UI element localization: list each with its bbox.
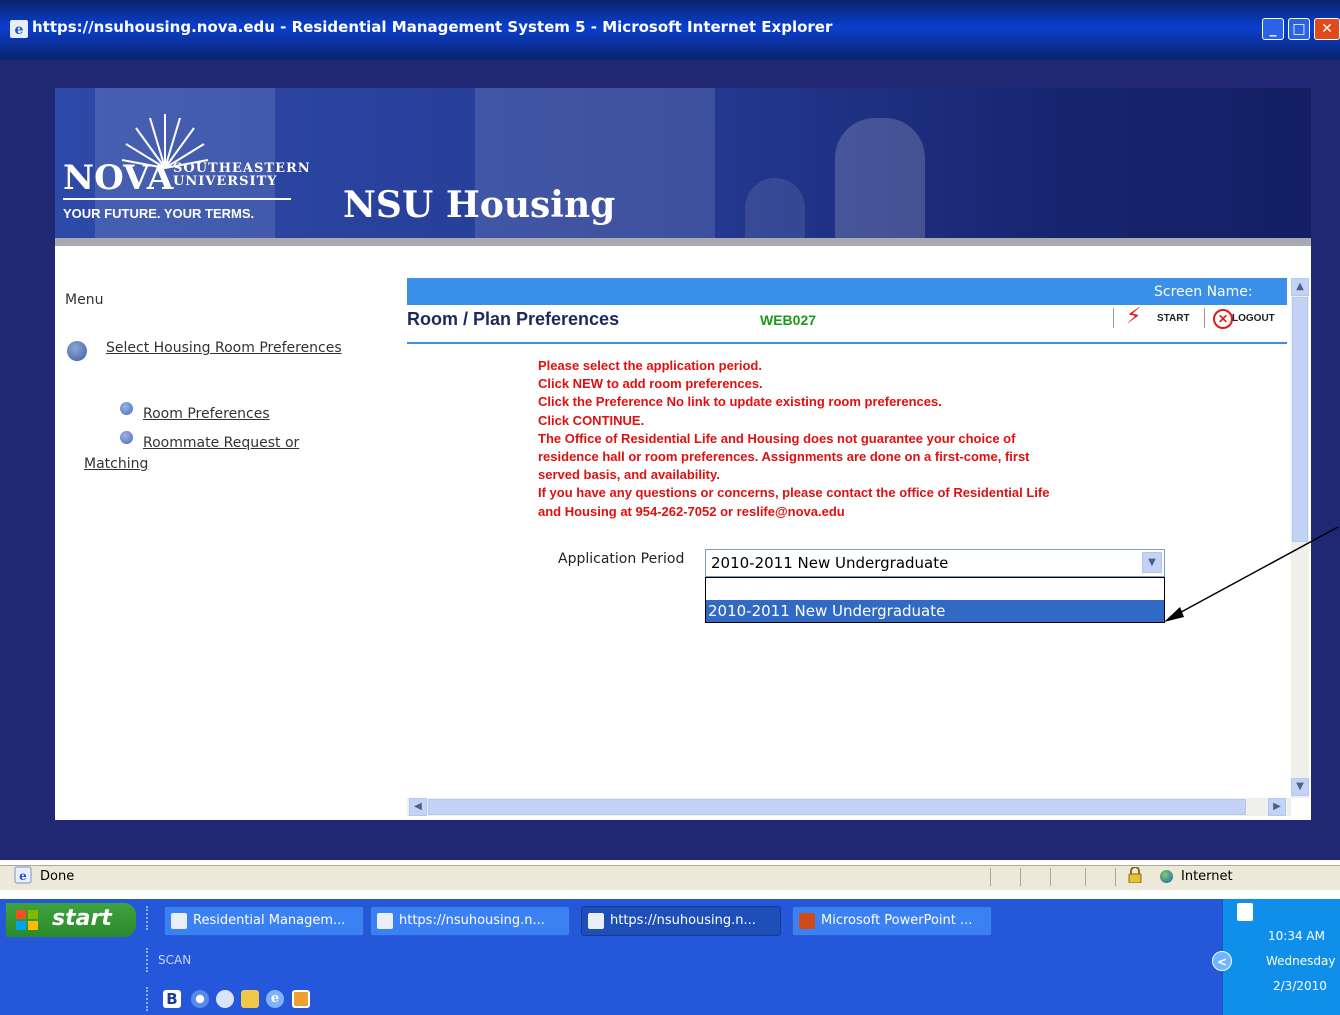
globe-icon [1160, 870, 1173, 883]
toolbar-grip[interactable] [146, 948, 150, 972]
page-content [55, 246, 1311, 820]
scroll-up-icon[interactable]: ▲ [1291, 278, 1309, 296]
header-divider [1204, 308, 1205, 328]
lightning-icon[interactable]: ⚡ [1126, 306, 1141, 328]
instruction-line: Please select the application period. [538, 358, 762, 373]
application-period-value[interactable]: 2010-2011 New Undergraduate [711, 554, 948, 572]
page-done-icon: e [14, 866, 32, 884]
folder-icon[interactable] [241, 990, 259, 1008]
instruction-line: and Housing at 954-262-7052 or reslife@n… [538, 503, 845, 519]
taskbar-button[interactable]: https://nsuhousing.n... [370, 906, 570, 936]
logout-link[interactable]: LOGOUT [1232, 313, 1275, 324]
taskbar-button-label: https://nsuhousing.n... [610, 913, 756, 928]
header-rule [407, 342, 1287, 344]
internet-explorer-icon [588, 913, 604, 929]
status-text: Done [40, 869, 75, 884]
lock-icon [1128, 867, 1142, 883]
scroll-down-icon[interactable]: ▼ [1291, 778, 1309, 796]
start-link[interactable]: START [1157, 313, 1190, 324]
internet-explorer-icon[interactable]: e [266, 990, 284, 1008]
instruction-line: If you have any questions or concerns, p… [538, 485, 1050, 501]
taskbar-button[interactable]: Microsoft PowerPoint ... [792, 906, 992, 936]
powerpoint-icon [799, 913, 815, 929]
window-title: https://nsuhousing.nova.edu - Residentia… [32, 18, 833, 36]
taskbar-button-active[interactable]: https://nsuhousing.n... [581, 906, 781, 936]
site-name: NSU Housing [343, 184, 616, 226]
taskbar-button-label: Microsoft PowerPoint ... [821, 913, 973, 928]
logo-line-2: UNIVERSITY [173, 174, 278, 189]
dropdown-option-highlighted[interactable]: 2010-2011 New Undergraduate [706, 600, 1164, 622]
banner-divider [55, 238, 1311, 246]
start-label: start [52, 906, 112, 931]
internet-explorer-icon: e [10, 20, 28, 38]
windows-flag-icon [16, 910, 38, 930]
annotation-arrow-icon [1164, 526, 1339, 622]
status-divider [990, 868, 991, 886]
chevron-down-icon[interactable]: ▼ [1142, 552, 1162, 573]
instruction-line: Click NEW to add room preferences. [538, 376, 763, 392]
menu-label: Menu [65, 292, 104, 308]
logo-divider [63, 198, 291, 200]
status-divider [1085, 868, 1086, 886]
status-divider [1020, 868, 1021, 886]
logout-x-icon[interactable]: ✕ [1213, 309, 1233, 329]
logo-university-name: SOUTHEASTERN UNIVERSITY [173, 162, 311, 188]
window-title-bar[interactable]: e https://nsuhousing.nova.edu - Resident… [0, 0, 1340, 60]
status-divider [1115, 868, 1116, 886]
status-divider [1050, 868, 1051, 886]
horizontal-scroll-thumb[interactable] [428, 799, 1246, 815]
vertical-scroll-thumb[interactable] [1292, 297, 1308, 542]
screen-name-label: Screen Name: [1154, 284, 1253, 300]
menu-bullet-icon [67, 341, 87, 361]
logo-nova: NOVA [63, 158, 174, 198]
svg-text:e: e [15, 22, 24, 38]
quicklaunch-grip[interactable] [146, 987, 150, 1011]
dropdown-option-blank[interactable] [706, 578, 1164, 600]
header-divider [1113, 308, 1114, 328]
clock-day: Wednesday [1266, 954, 1336, 968]
menu-item-roommate-matching[interactable]: Matching [84, 456, 148, 472]
submenu-bullet-icon [120, 431, 133, 444]
internet-explorer-icon [171, 913, 187, 929]
scroll-right-icon[interactable]: ▶ [1268, 798, 1286, 816]
taskbar-button-label: https://nsuhousing.n... [399, 913, 545, 928]
taskbar-grip[interactable] [146, 906, 150, 930]
messenger-icon[interactable] [216, 990, 234, 1008]
menu-item-roommate-request[interactable]: Roommate Request or [143, 435, 299, 451]
svg-text:e: e [19, 869, 27, 883]
instruction-line: served basis, and availability. [538, 467, 720, 483]
internet-explorer-icon [377, 913, 393, 929]
media-player-icon[interactable] [191, 990, 209, 1008]
submenu-bullet-icon [120, 402, 133, 415]
security-zone-text: Internet [1181, 869, 1233, 884]
instructions-text: Please select the application period. Cl… [538, 357, 1148, 521]
scroll-left-icon[interactable]: ◀ [409, 798, 427, 816]
instruction-line: residence hall or room preferences. Assi… [538, 449, 1030, 465]
minimize-button[interactable]: _ [1262, 18, 1284, 40]
site-banner: NOVA SOUTHEASTERN UNIVERSITY YOUR FUTURE… [55, 88, 1311, 238]
maximize-button[interactable]: □ [1288, 18, 1310, 40]
close-button[interactable]: ✕ [1314, 18, 1340, 40]
instruction-line: The Office of Residential Life and Housi… [538, 430, 1016, 446]
clock-time[interactable]: 10:34 AM [1268, 929, 1325, 943]
menu-item-room-preferences[interactable]: Room Preferences [143, 406, 270, 422]
instruction-line: Click the Preference No link to update e… [538, 394, 942, 410]
clock-app-icon[interactable] [292, 990, 310, 1008]
chevron-left-icon[interactable]: < [1212, 951, 1232, 971]
menu-item-select-housing-room-preferences[interactable]: Select Housing Room Preferences [106, 340, 342, 356]
instruction-line: Click CONTINUE. [538, 412, 645, 428]
toolbar-label: SCAN [158, 953, 192, 967]
java-icon[interactable] [1237, 903, 1253, 921]
taskbar-button-label: Residential Managem... [193, 913, 346, 928]
page-title: Room / Plan Preferences [407, 309, 620, 329]
clock-date: 2/3/2010 [1273, 979, 1327, 993]
taskbar-button[interactable]: Residential Managem... [164, 906, 364, 936]
tagline: YOUR FUTURE. YOUR TERMS. [63, 206, 255, 221]
screen-code: WEB027 [760, 312, 817, 328]
application-period-label: Application Period [558, 551, 685, 567]
quicklaunch-b-icon[interactable]: B [163, 990, 181, 1008]
